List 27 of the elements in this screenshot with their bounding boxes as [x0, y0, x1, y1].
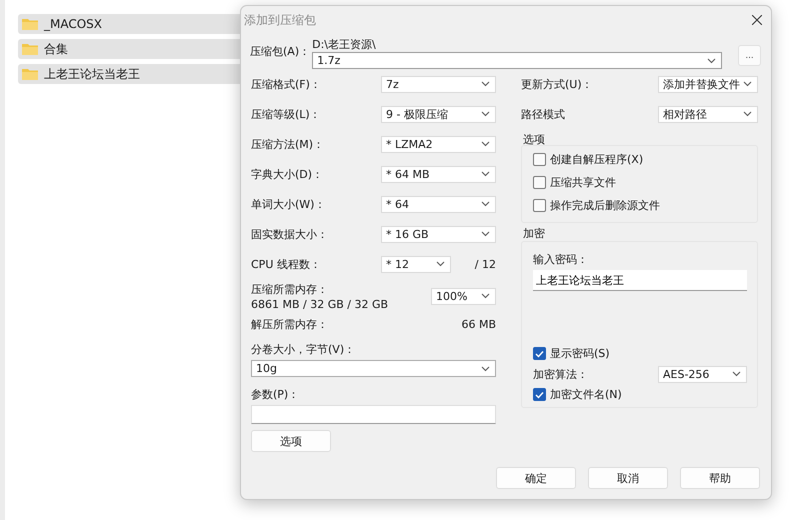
checkbox-label: 创建自解压程序(X)	[550, 152, 644, 167]
field-label: 压缩方法(M)：	[251, 136, 326, 152]
field-label: 解压所需内存：	[251, 316, 328, 332]
checkbox-label: 操作完成后删除源文件	[550, 198, 660, 213]
total-text: / 12	[474, 258, 496, 270]
field-label: 路径模式	[521, 106, 566, 122]
memory-reading: 6861 MB / 32 GB / 32 GB	[251, 298, 388, 310]
checkbox-label: 加密文件名(N)	[550, 387, 622, 402]
field-label: 更新方式(U)：	[521, 76, 594, 92]
field-label: 参数(P)：	[251, 387, 300, 401]
memory-reading: 66 MB	[461, 318, 496, 330]
group-title: 加密	[522, 226, 546, 239]
checkbox-label: 显示密码(S)	[550, 346, 610, 361]
field-label: 压缩所需内存：	[251, 282, 329, 296]
field-label: CPU 线程数：	[251, 256, 322, 272]
group-title: 选项	[522, 132, 546, 145]
checkbox-label: 压缩共享文件	[550, 175, 616, 190]
field-label: 压缩格式(F)：	[251, 76, 322, 92]
path-text: D:\老王资源\	[312, 37, 377, 50]
field-label: 单词大小(W)：	[251, 196, 326, 212]
field-label: 压缩等级(L)：	[251, 106, 322, 122]
field-label: 固实数据大小：	[251, 226, 329, 242]
field-label: 压缩包(A)：	[250, 44, 310, 59]
field-label: 字典大小(D)：	[251, 166, 324, 182]
field-label: 分卷大小，字节(V)：	[251, 342, 356, 356]
field-label: 加密算法：	[533, 366, 588, 382]
field-label: 输入密码：	[533, 252, 589, 267]
